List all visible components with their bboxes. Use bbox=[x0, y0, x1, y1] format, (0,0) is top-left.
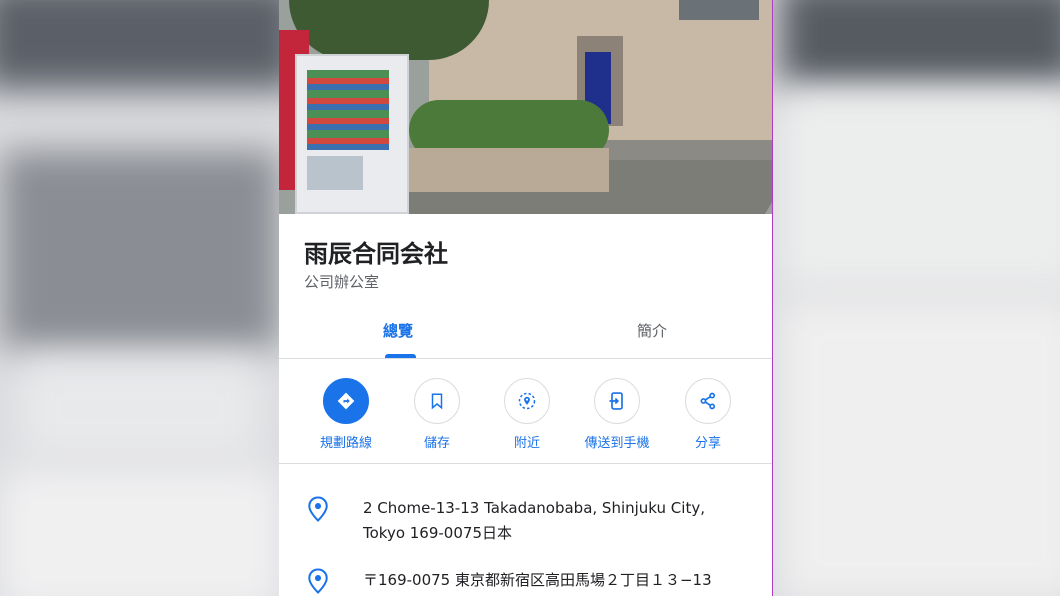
directions-icon bbox=[323, 378, 369, 424]
address-text: 2 Chome-13-13 Takadanobaba, Shinjuku Cit… bbox=[363, 499, 705, 542]
share-label: 分享 bbox=[694, 436, 721, 451]
send-to-phone-icon bbox=[594, 378, 640, 424]
location-pin-icon bbox=[307, 496, 329, 526]
active-tab-indicator bbox=[385, 354, 416, 358]
tab-bar: 總覽 簡介 bbox=[279, 308, 772, 359]
location-pin-icon bbox=[307, 568, 329, 596]
save-label: 儲存 bbox=[423, 436, 450, 451]
tab-overview[interactable]: 總覽 bbox=[383, 320, 413, 341]
nearby-icon bbox=[504, 378, 550, 424]
send-to-phone-button[interactable]: 傳送到手機 bbox=[572, 378, 662, 451]
place-details-panel: 雨辰合同会社 公司辦公室 總覽 簡介 規劃路線 儲存 附近 傳送到手機 分享 2… bbox=[279, 0, 773, 596]
save-button[interactable]: 儲存 bbox=[392, 378, 482, 451]
share-button[interactable]: 分享 bbox=[663, 378, 753, 451]
directions-label: 規劃路線 bbox=[319, 436, 372, 451]
nearby-button[interactable]: 附近 bbox=[482, 378, 572, 451]
bookmark-icon bbox=[414, 378, 460, 424]
place-photo[interactable] bbox=[279, 0, 772, 214]
directions-button[interactable]: 規劃路線 bbox=[301, 378, 391, 451]
place-title: 雨辰合同会社 bbox=[304, 240, 448, 268]
action-row: 規劃路線 儲存 附近 傳送到手機 分享 bbox=[279, 360, 772, 464]
send-to-phone-label: 傳送到手機 bbox=[584, 436, 650, 451]
share-icon bbox=[685, 378, 731, 424]
place-category[interactable]: 公司辦公室 bbox=[304, 271, 379, 292]
tab-about[interactable]: 簡介 bbox=[637, 320, 667, 341]
nearby-label: 附近 bbox=[513, 436, 540, 451]
address-text-japanese: 〒169-0075 東京都新宿区高田馬場２丁目１３−13 bbox=[363, 571, 712, 589]
